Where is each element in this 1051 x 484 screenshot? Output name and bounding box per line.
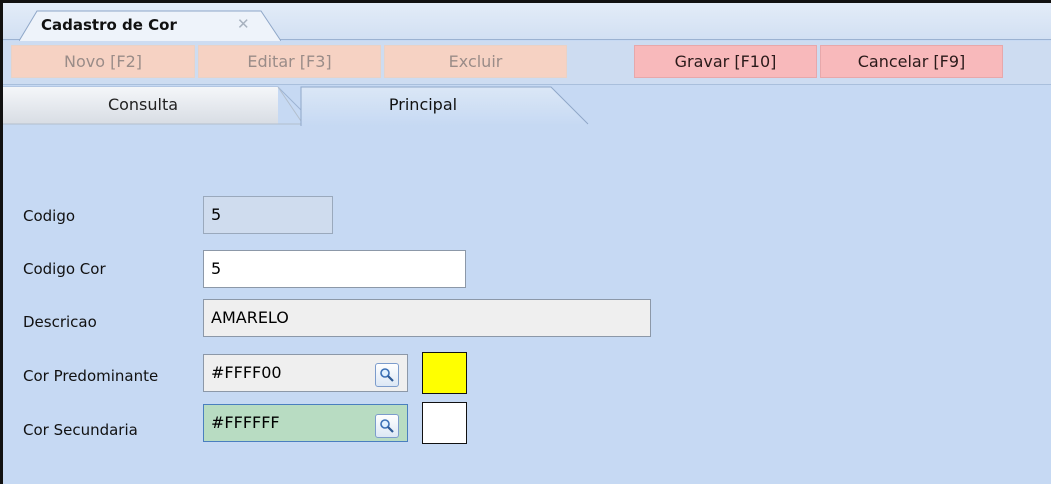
codigo-cor-label: Codigo Cor [23, 260, 106, 278]
cor-predominante-lookup-button[interactable] [375, 363, 399, 387]
descricao-label: Descricao [23, 313, 97, 331]
window-frame: Cadastro de Cor ✕ Novo [F2] Editar [F3] … [0, 0, 1051, 484]
codigo-field: 5 [203, 196, 333, 234]
cor-secundaria-label: Cor Secundaria [23, 421, 138, 439]
tab-principal[interactable]: Principal [293, 87, 553, 124]
codigo-cor-field[interactable]: 5 [203, 250, 466, 288]
inner-tab-row: Consulta Principal [3, 86, 1051, 126]
toolbar: Novo [F2] Editar [F3] Excluir Gravar [F1… [3, 41, 1051, 85]
editar-button[interactable]: Editar [F3] [198, 45, 381, 78]
gravar-button[interactable]: Gravar [F10] [634, 45, 817, 78]
magnifier-icon [380, 368, 394, 382]
close-icon[interactable]: ✕ [237, 15, 250, 33]
excluir-button[interactable]: Excluir [384, 45, 567, 78]
document-tab[interactable]: Cadastro de Cor ✕ [19, 10, 281, 41]
cor-predominante-swatch [422, 352, 467, 394]
document-tab-title: Cadastro de Cor [41, 16, 177, 34]
document-tab-strip: Cadastro de Cor ✕ [3, 3, 1051, 41]
magnifier-icon [380, 419, 394, 433]
codigo-label: Codigo [23, 207, 76, 225]
cancelar-button[interactable]: Cancelar [F9] [820, 45, 1003, 78]
cor-predominante-label: Cor Predominante [23, 367, 159, 385]
tab-consulta[interactable]: Consulta [3, 87, 283, 124]
descricao-field[interactable]: AMARELO [203, 299, 651, 337]
novo-button[interactable]: Novo [F2] [11, 45, 195, 78]
cor-secundaria-lookup-button[interactable] [375, 414, 399, 438]
cor-secundaria-swatch [422, 402, 467, 444]
